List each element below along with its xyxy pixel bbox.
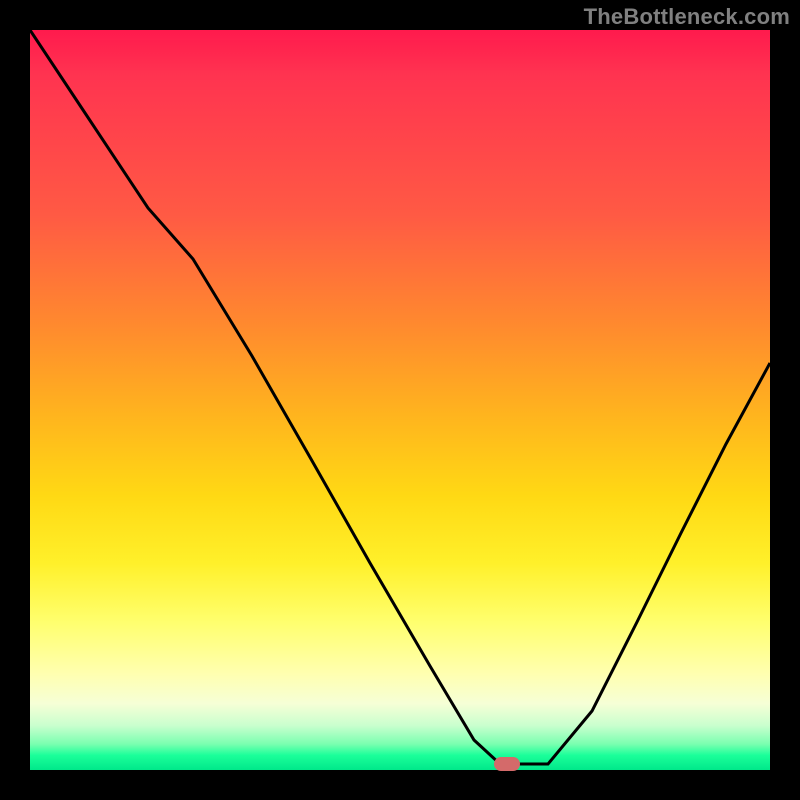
ideal-marker (494, 757, 520, 771)
curve-path (30, 30, 770, 764)
attribution-text: TheBottleneck.com (584, 4, 790, 30)
chart-frame: TheBottleneck.com (0, 0, 800, 800)
bottleneck-curve (30, 30, 770, 770)
plot-area (30, 30, 770, 770)
